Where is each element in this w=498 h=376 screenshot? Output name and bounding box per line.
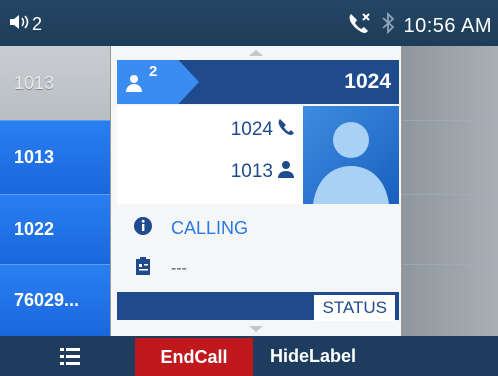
remote-number: 1024 <box>344 70 391 93</box>
status-bar: 2 10:56 AM <box>0 0 498 46</box>
line-key-2[interactable]: 1013 <box>0 120 110 194</box>
line-key-list: 1013 1013 1022 76029... <box>0 46 110 336</box>
call-popup: 2 1024 1024 1013 CALLING --- STATUS <box>110 46 402 336</box>
local-party-label: 1013 <box>230 161 273 182</box>
line-key-label: 1022 <box>14 219 55 239</box>
menu-list-icon[interactable] <box>60 346 80 366</box>
status-button[interactable]: STATUS <box>314 295 395 321</box>
contact-card: 1024 1013 <box>117 106 399 204</box>
call-status-text: CALLING <box>171 218 249 238</box>
phone-icon <box>277 118 295 142</box>
scroll-up-arrow-icon[interactable] <box>249 50 263 56</box>
contact-avatar <box>303 106 399 204</box>
line-key-label: 1013 <box>14 72 55 93</box>
line-key-label: 1013 <box>14 147 55 167</box>
line-key-1[interactable]: 1013 <box>0 46 110 120</box>
panel-divider <box>400 264 498 265</box>
conference-user-icon <box>125 72 147 94</box>
speaker-volume-icon <box>8 13 30 36</box>
info-icon <box>133 216 153 241</box>
status-right: 10:56 AM <box>347 11 492 40</box>
conference-header: 2 1024 <box>117 60 399 104</box>
line-key-4[interactable]: 76029... <box>0 264 110 336</box>
local-party: 1013 <box>231 160 295 184</box>
end-call-button[interactable]: EndCall <box>135 338 253 376</box>
right-panel <box>400 46 498 336</box>
call-detail-row: --- <box>133 256 187 281</box>
panel-divider <box>400 120 498 121</box>
call-detail-text: --- <box>171 259 187 277</box>
status-strip: STATUS <box>117 292 399 321</box>
missed-call-icon <box>347 12 373 40</box>
panel-divider <box>400 194 498 195</box>
account-number: 2 <box>32 14 43 34</box>
scroll-down-arrow-icon[interactable] <box>249 326 263 332</box>
user-icon <box>277 160 295 184</box>
line-key-label: 76029... <box>14 290 80 310</box>
softkey-bar: EndCall HideLabel <box>0 336 498 376</box>
clock-time: 10:56 AM <box>403 14 492 37</box>
line-key-3[interactable]: 1022 <box>0 194 110 264</box>
remote-party-label: 1024 <box>230 119 273 140</box>
bluetooth-icon <box>381 11 395 40</box>
remote-party: 1024 <box>231 118 295 142</box>
status-left: 2 <box>8 13 42 36</box>
id-badge-icon <box>133 256 153 281</box>
participant-badge: 2 <box>117 60 199 104</box>
hide-label-button[interactable]: HideLabel <box>270 346 356 367</box>
call-status-row: CALLING <box>133 216 248 241</box>
participant-count: 2 <box>149 63 158 80</box>
